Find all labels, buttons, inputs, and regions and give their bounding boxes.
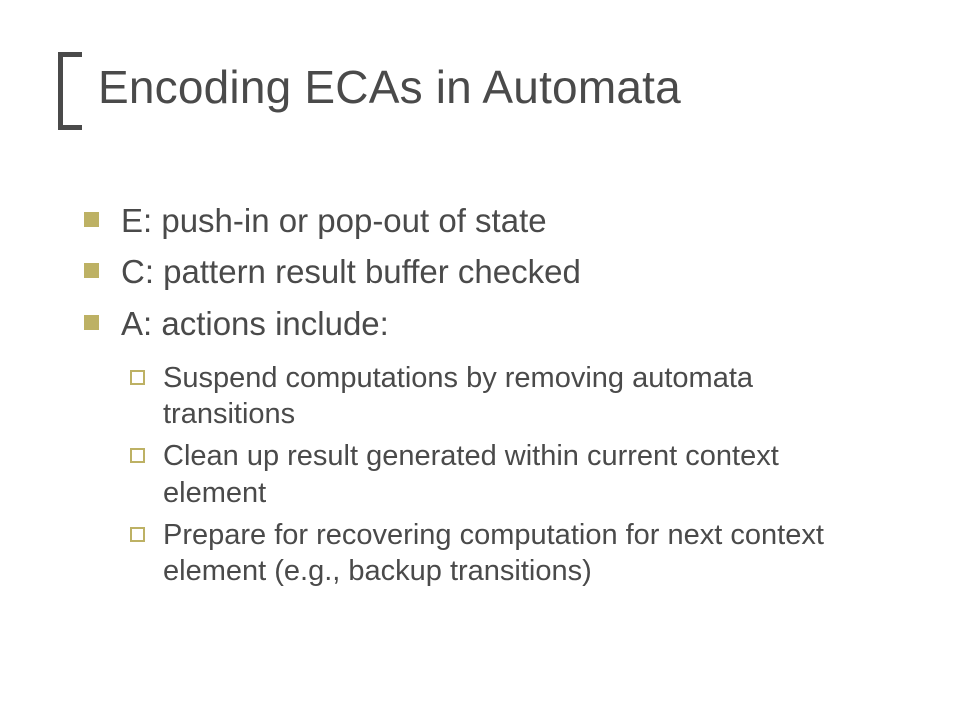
bullet-text-e: E: push-in or pop-out of state	[121, 200, 547, 241]
content-area: E: push-in or pop-out of state C: patter…	[84, 200, 884, 595]
hollow-square-bullet-icon	[130, 448, 145, 463]
bullet-level2: Clean up result generated within current…	[130, 438, 884, 511]
bullet-level1: C: pattern result buffer checked	[84, 251, 884, 292]
square-bullet-icon	[84, 315, 99, 330]
bullet-text-a: A: actions include:	[121, 303, 389, 344]
slide: Encoding ECAs in Automata E: push-in or …	[0, 0, 960, 720]
bullet-level2: Prepare for recovering computation for n…	[130, 517, 884, 590]
bullet-level1: E: push-in or pop-out of state	[84, 200, 884, 241]
hollow-square-bullet-icon	[130, 527, 145, 542]
bullet-level2: Suspend computations by removing automat…	[130, 360, 884, 433]
hollow-square-bullet-icon	[130, 370, 145, 385]
slide-title: Encoding ECAs in Automata	[98, 60, 681, 114]
bracket-icon	[58, 52, 82, 130]
bullet-text-c: C: pattern result buffer checked	[121, 251, 581, 292]
square-bullet-icon	[84, 212, 99, 227]
bullet-level1: A: actions include:	[84, 303, 884, 344]
bullet-text-sub2: Clean up result generated within current…	[163, 438, 883, 511]
square-bullet-icon	[84, 263, 99, 278]
bullet-text-sub1: Suspend computations by removing automat…	[163, 360, 883, 433]
bullet-text-sub3: Prepare for recovering computation for n…	[163, 517, 883, 590]
